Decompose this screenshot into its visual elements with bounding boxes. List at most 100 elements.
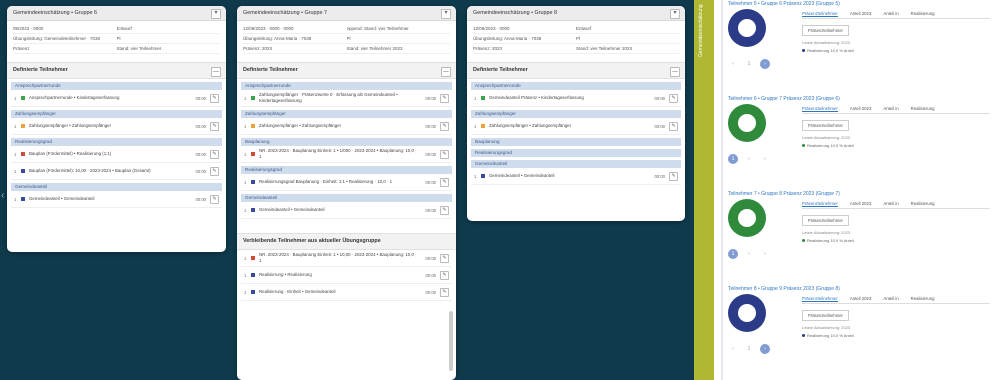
participant-row[interactable]: 1 NR. 2023-2024 · Bauplanung Einheit: 1 •… [241, 250, 452, 267]
edit-icon[interactable]: ✎ [669, 121, 678, 131]
item-tab[interactable]: Realisierung [911, 11, 935, 16]
participant-groups: Ansprechpartnerrunde 1 Ansprechpartnerrund… [7, 82, 226, 208]
collapse-icon[interactable]: ▾ [441, 9, 451, 19]
details-button[interactable]: Präsenzteilnehmer [802, 215, 849, 226]
card-title: Gemeindeeinschätzung • Gruppe 7 ▾ [237, 6, 456, 21]
item-title[interactable]: Teilnehmer 7 • Gruppe 8 Präsenz 2023 (Gr… [728, 190, 990, 199]
item-tab[interactable]: Realisierung [911, 106, 935, 111]
participant-row[interactable]: 1 Realisierungsgrad Bauplanung · Einheit:… [241, 174, 452, 191]
item-tab[interactable]: Anteil in [883, 201, 898, 206]
scroll-left-icon[interactable]: ‹ [1, 190, 4, 201]
page-button[interactable]: ‹ [744, 249, 754, 259]
participant-row[interactable]: 1 Zahlungsempfänger • Zahlungsempfänger 00… [11, 118, 222, 135]
item-tab[interactable]: Realisierung [911, 296, 935, 301]
edit-icon[interactable]: ✎ [210, 166, 219, 176]
row-label: Bauplan (Fördermittel): 10,00 · 2023-202… [29, 168, 151, 173]
row-count: 1 [14, 95, 17, 101]
edit-icon[interactable]: ✎ [210, 93, 219, 103]
participant-row[interactable]: 1 Zahlungsempfänger • Zahlungsempfänger 00… [241, 118, 452, 135]
group-header: Realisierungsgrad [471, 149, 681, 157]
item-tab[interactable]: Realisierung [911, 201, 935, 206]
edit-icon[interactable]: ✎ [210, 121, 219, 131]
details-button[interactable]: Präsenzteilnehmer [802, 310, 849, 321]
legend-text: Realisierung 10,0 % Anteil [807, 333, 854, 338]
row-label: Realisierungsgrad Bauplanung · Einheit: … [259, 179, 393, 184]
row-value: 00:00 [654, 123, 665, 129]
collapse-icon[interactable]: ▾ [670, 9, 680, 19]
row-value: 00:00 [195, 151, 206, 157]
item-tab[interactable]: Anteil 2023 [850, 11, 872, 16]
participant-row[interactable]: 1 NR. 2023-2024 · Bauplanung Einheit: 1 •… [241, 146, 452, 163]
item-title[interactable]: Teilnehmer 8 • Gruppe 9 Präsenz 2023 (Gr… [728, 285, 990, 294]
edit-icon[interactable]: ✎ [440, 270, 449, 280]
item-tab[interactable]: Präsenzteilnehmer [802, 11, 838, 17]
group-header: Ansprechpartnerrunde [471, 82, 681, 90]
meta-value: Pl [116, 36, 121, 41]
page-button[interactable]: 1 [744, 344, 754, 354]
meta-value: Übungsleitung: Gemeindeteilnehmer · 7038 [13, 36, 101, 41]
participant-row[interactable]: 1 Realisierung • Realisierung 00:00 ✎ [241, 267, 452, 284]
item-tab[interactable]: Anteil in [883, 296, 898, 301]
edit-icon[interactable]: ✎ [210, 194, 219, 204]
participant-row[interactable]: 1 Gemeindeanteil • Gemeindeanteil 00:00 ✎ [11, 191, 222, 208]
edit-icon[interactable]: ✎ [440, 287, 449, 297]
item-tab[interactable]: Präsenzteilnehmer [802, 106, 838, 112]
item-tab[interactable]: Anteil in [883, 106, 898, 111]
edit-icon[interactable]: ✎ [669, 171, 678, 181]
participant-row[interactable]: 1 Gemeindeanteil Präsenz • Kindertageserf… [471, 90, 681, 107]
meta-row: Übungsleitung: Anna-Maria · 7038 Pl [473, 34, 679, 44]
meta-row: Übungsleitung: Gemeindeteilnehmer · 7038… [13, 34, 220, 44]
page-button[interactable]: › [760, 59, 770, 69]
participant-row[interactable]: 1 Zahlungsempfänger • Zahlungsempfänger 00… [471, 118, 681, 135]
row-value: 00:00 [654, 173, 665, 179]
group-header: Ansprechpartnerrunde [11, 82, 222, 90]
meta-value: Präsenz: 2023 [473, 46, 503, 51]
item-body: Präsenzteilnehmer Anteil 2023 Anteil in Rea… [728, 199, 990, 243]
page-button[interactable]: 1 [728, 154, 738, 164]
details-button[interactable]: Präsenzteilnehmer [802, 25, 849, 36]
edit-icon[interactable]: ✎ [440, 177, 449, 187]
participant-row[interactable]: 1 Gemeindeanteil • Gemeindeanteil 00:00 ✎ [241, 202, 452, 219]
item-info: Präsenzteilnehmer Anteil 2023 Anteil in Rea… [802, 294, 990, 338]
edit-icon[interactable]: ✎ [669, 93, 678, 103]
item-tab[interactable]: Anteil 2023 [850, 106, 872, 111]
page-button[interactable]: 1 [728, 249, 738, 259]
page-button[interactable]: 1 [744, 59, 754, 69]
edit-icon[interactable]: ✎ [440, 205, 449, 215]
item-tab[interactable]: Präsenzteilnehmer [802, 201, 838, 207]
item-tab[interactable]: Anteil 2023 [850, 201, 872, 206]
edit-icon[interactable]: ✎ [440, 149, 449, 159]
edit-icon[interactable]: ✎ [210, 149, 219, 159]
edit-icon[interactable]: ✎ [440, 93, 449, 103]
participant-row[interactable]: 1 Bauplan (Fördermittel): 10,00 · 2023-20… [11, 163, 222, 180]
participant-row[interactable]: 1 Zahlungsempfänger · Präsenzwerte 0 · Er… [241, 90, 452, 107]
status-dot-icon [21, 96, 25, 100]
edit-icon[interactable]: ✎ [440, 121, 449, 131]
item-tab[interactable]: Präsenzteilnehmer [802, 296, 838, 302]
row-label: Zahlungsempfänger • Zahlungsempfänger [489, 123, 572, 128]
scrollbar[interactable] [449, 311, 453, 371]
page-button[interactable]: ‹ [728, 344, 738, 354]
edit-icon[interactable]: ✎ [440, 253, 449, 263]
item-title[interactable]: Teilnehmer 6 • Gruppe 7 Präsenz 2023 (Gr… [728, 95, 990, 104]
page-button[interactable]: › [760, 344, 770, 354]
item-legend: Realisierung 10,0 % Anteil [802, 143, 990, 148]
donut-chart [728, 104, 766, 142]
item-tab[interactable]: Anteil in [883, 11, 898, 16]
participant-row[interactable]: 1 Realisierung · Einheit • Gemeindeanteil… [241, 284, 452, 301]
menu-icon[interactable]: … [441, 67, 451, 77]
row-label: Gemeindeanteil Präsenz • Kindertageserfa… [489, 95, 584, 100]
participant-row[interactable]: 1 Bauplan (Fördermittel) • Realisierung (… [11, 146, 222, 163]
page-button[interactable]: ‹ [728, 59, 738, 69]
item-tab[interactable]: Anteil 2023 [850, 296, 872, 301]
row-value: 00:00 [425, 289, 436, 295]
menu-icon[interactable]: … [211, 67, 221, 77]
menu-icon[interactable]: … [670, 67, 680, 77]
page-button[interactable]: ‹ [744, 154, 754, 164]
details-button[interactable]: Präsenzteilnehmer [802, 120, 849, 131]
page-button[interactable]: › [760, 154, 770, 164]
page-button[interactable]: › [760, 249, 770, 259]
participant-row[interactable]: 1 Ansprechpartnerrunde • Kindertageserfas… [11, 90, 222, 107]
collapse-icon[interactable]: ▾ [211, 9, 221, 19]
participant-row[interactable]: 1 Gemeindeanteil • Gemeindeanteil 00:00 ✎ [471, 168, 681, 185]
